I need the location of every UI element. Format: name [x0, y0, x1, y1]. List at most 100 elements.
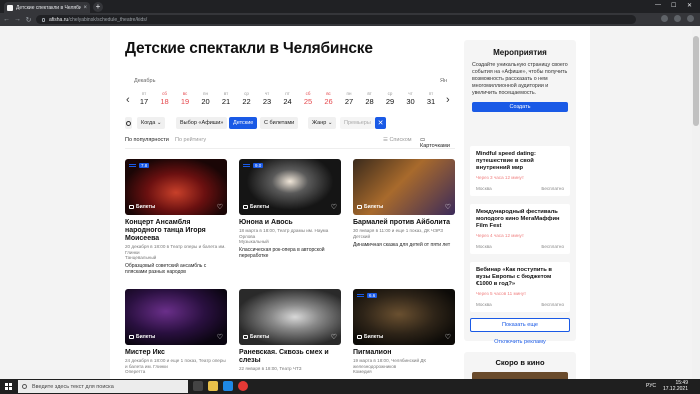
calendar-next-icon[interactable]: › — [446, 94, 450, 106]
task-view-icon[interactable] — [193, 381, 203, 391]
day-number: 18 — [160, 97, 169, 106]
event-title[interactable]: Мистер Икс — [125, 349, 227, 357]
favorite-heart-icon[interactable]: ♡ — [331, 203, 337, 211]
filter-when[interactable]: Когда ⌄ — [137, 117, 166, 129]
clear-filters-button[interactable]: ✕ — [375, 117, 386, 129]
scrollbar[interactable] — [692, 26, 700, 379]
calendar-day[interactable]: пн 20 — [199, 91, 213, 106]
file-explorer-icon[interactable] — [208, 381, 218, 391]
event-genre: Детский — [353, 233, 371, 239]
favorite-heart-icon[interactable]: ♡ — [217, 333, 223, 341]
sidebar-event-time: Через 3 часа 12 минут — [476, 175, 524, 180]
sidebar-event[interactable]: Вебинар «Как поступить в вузы Европы с б… — [470, 262, 570, 312]
sidebar-event[interactable]: Международный фестиваль молодого кино Ме… — [470, 204, 570, 254]
calendar-day[interactable]: ср 22 — [240, 91, 254, 106]
event-title[interactable]: Пигмалион — [353, 349, 455, 357]
profile-icon[interactable] — [674, 15, 681, 22]
calendar-day[interactable]: пт 31 — [424, 91, 438, 106]
sort-rating[interactable]: По рейтингу — [175, 137, 206, 143]
calendar-day[interactable]: сб 25 — [301, 91, 315, 106]
event-title[interactable]: Юнона и Авось — [239, 219, 341, 227]
favorite-heart-icon[interactable]: ♡ — [217, 203, 223, 211]
weekday-label: чт — [408, 91, 413, 96]
language-indicator[interactable]: РУС — [646, 383, 656, 389]
event-title[interactable]: Раневская. Сквозь смех и слезы — [239, 349, 341, 365]
url-input[interactable]: afisha.ru/chelyabinsk/schedule_theatre/k… — [36, 15, 636, 24]
tickets-badge[interactable]: Билеты — [357, 334, 383, 340]
windows-start-icon[interactable] — [5, 383, 12, 390]
address-bar: ← → ↻ afisha.ru/chelyabinsk/schedule_the… — [0, 13, 700, 26]
day-number: 31 — [426, 97, 436, 106]
event-title[interactable]: Концерт Ансамбля народного танца Игоря М… — [125, 219, 227, 243]
ticket-icon — [357, 335, 362, 339]
sort-popular[interactable]: По популярности — [125, 137, 169, 143]
filter-choice[interactable]: Выбор «Афиши» — [176, 117, 228, 129]
calendar-day[interactable]: вс 19 — [178, 91, 192, 106]
create-button[interactable]: Создать — [472, 102, 568, 112]
forward-button[interactable]: → — [13, 16, 22, 23]
browser-tab[interactable]: Детские спектакли в Челябин… × — [4, 2, 90, 13]
event-image[interactable]: 9.0 Билеты ♡ — [239, 159, 341, 215]
event-description: Классическая рок-опера в авторской перер… — [239, 247, 325, 260]
filter-tickets[interactable]: С билетами — [260, 117, 299, 129]
calendar-day[interactable]: пт 24 — [281, 91, 295, 106]
event-meta: 20 декабря в 18:00 в Театр оперы и балет… — [125, 244, 226, 255]
chrome-icon[interactable] — [238, 381, 248, 391]
calendar-day[interactable]: вт 28 — [363, 91, 377, 106]
favorite-heart-icon[interactable]: ♡ — [445, 333, 451, 341]
tickets-badge[interactable]: Билеты — [243, 334, 269, 340]
day-number: 22 — [242, 97, 251, 106]
sidebar-event[interactable]: Mindful speed dating: путешествие в свой… — [470, 146, 570, 196]
favorite-heart-icon[interactable]: ♡ — [445, 203, 451, 211]
show-more-button[interactable]: Показать еще — [470, 318, 570, 332]
tickets-badge[interactable]: Билеты — [129, 204, 155, 210]
calendar-prev-icon[interactable]: ‹ — [126, 94, 130, 106]
calendar-day[interactable]: пт 17 — [137, 91, 151, 106]
taskbar-search-input[interactable]: Введите здесь текст для поиска — [18, 380, 188, 393]
calendar-day[interactable]: вс 26 — [322, 91, 336, 106]
weekday-label: пт — [285, 91, 290, 96]
event-meta: 18 марта в 18:00, Театр драмы им. Наума … — [239, 228, 329, 239]
event-meta: 19 марта в 18:00, Челябинский ДК железно… — [353, 358, 427, 369]
event-image[interactable]: 6.6 Билеты ♡ — [353, 289, 455, 345]
tickets-badge[interactable]: Билеты — [357, 204, 383, 210]
maximize-button[interactable]: ☐ — [671, 2, 676, 9]
event-image[interactable]: 7.8 Билеты ♡ — [125, 159, 227, 215]
minimize-button[interactable]: — — [655, 2, 661, 8]
star-icon[interactable] — [661, 15, 668, 22]
clock[interactable]: 15:49 17.12.2021 — [663, 380, 688, 392]
calendar-day[interactable]: пн 27 — [342, 91, 356, 106]
tickets-badge[interactable]: Билеты — [129, 334, 155, 340]
calendar-day[interactable]: сб 18 — [158, 91, 172, 106]
event-title[interactable]: Бармалей против Айболита — [353, 219, 455, 227]
close-window-button[interactable]: ✕ — [687, 2, 692, 9]
reload-button[interactable]: ↻ — [24, 16, 33, 24]
menu-icon[interactable] — [687, 15, 694, 22]
url-path: /chelyabinsk/schedule_theatre/kids/ — [68, 16, 148, 23]
sidebar-event-place: Москва — [476, 302, 492, 307]
event-image[interactable]: Билеты ♡ — [353, 159, 455, 215]
store-icon[interactable] — [223, 381, 233, 391]
favorite-heart-icon[interactable]: ♡ — [331, 333, 337, 341]
weekday-label: пн — [346, 91, 352, 96]
tickets-badge[interactable]: Билеты — [243, 204, 269, 210]
calendar-day[interactable]: вт 21 — [219, 91, 233, 106]
filter-kids[interactable]: Детские — [229, 117, 258, 129]
calendar-day[interactable]: чт 30 — [404, 91, 418, 106]
sort-bar: По популярности По рейтингу ☰ Списком ▭ … — [125, 137, 455, 149]
calendar-day[interactable]: ср 29 — [383, 91, 397, 106]
filter-genre[interactable]: Жанр ⌄ — [308, 117, 337, 129]
tab-close-icon[interactable]: × — [83, 5, 87, 11]
back-button[interactable]: ← — [2, 16, 11, 23]
disable-ads-link[interactable]: Отключить рекламу — [464, 339, 576, 345]
event-image[interactable]: Билеты ♡ — [125, 289, 227, 345]
filter-premieres[interactable]: Премьеры — [340, 117, 375, 129]
weekday-label: ср — [244, 91, 249, 96]
search-filter[interactable] — [125, 117, 132, 129]
calendar-day[interactable]: чт 23 — [260, 91, 274, 106]
coming-soon-image[interactable] — [472, 372, 568, 379]
scrollbar-thumb[interactable] — [693, 36, 699, 126]
event-image[interactable]: Билеты ♡ — [239, 289, 341, 345]
view-list-button[interactable]: ☰ Списком — [383, 137, 412, 143]
new-tab-button[interactable]: + — [93, 2, 103, 12]
